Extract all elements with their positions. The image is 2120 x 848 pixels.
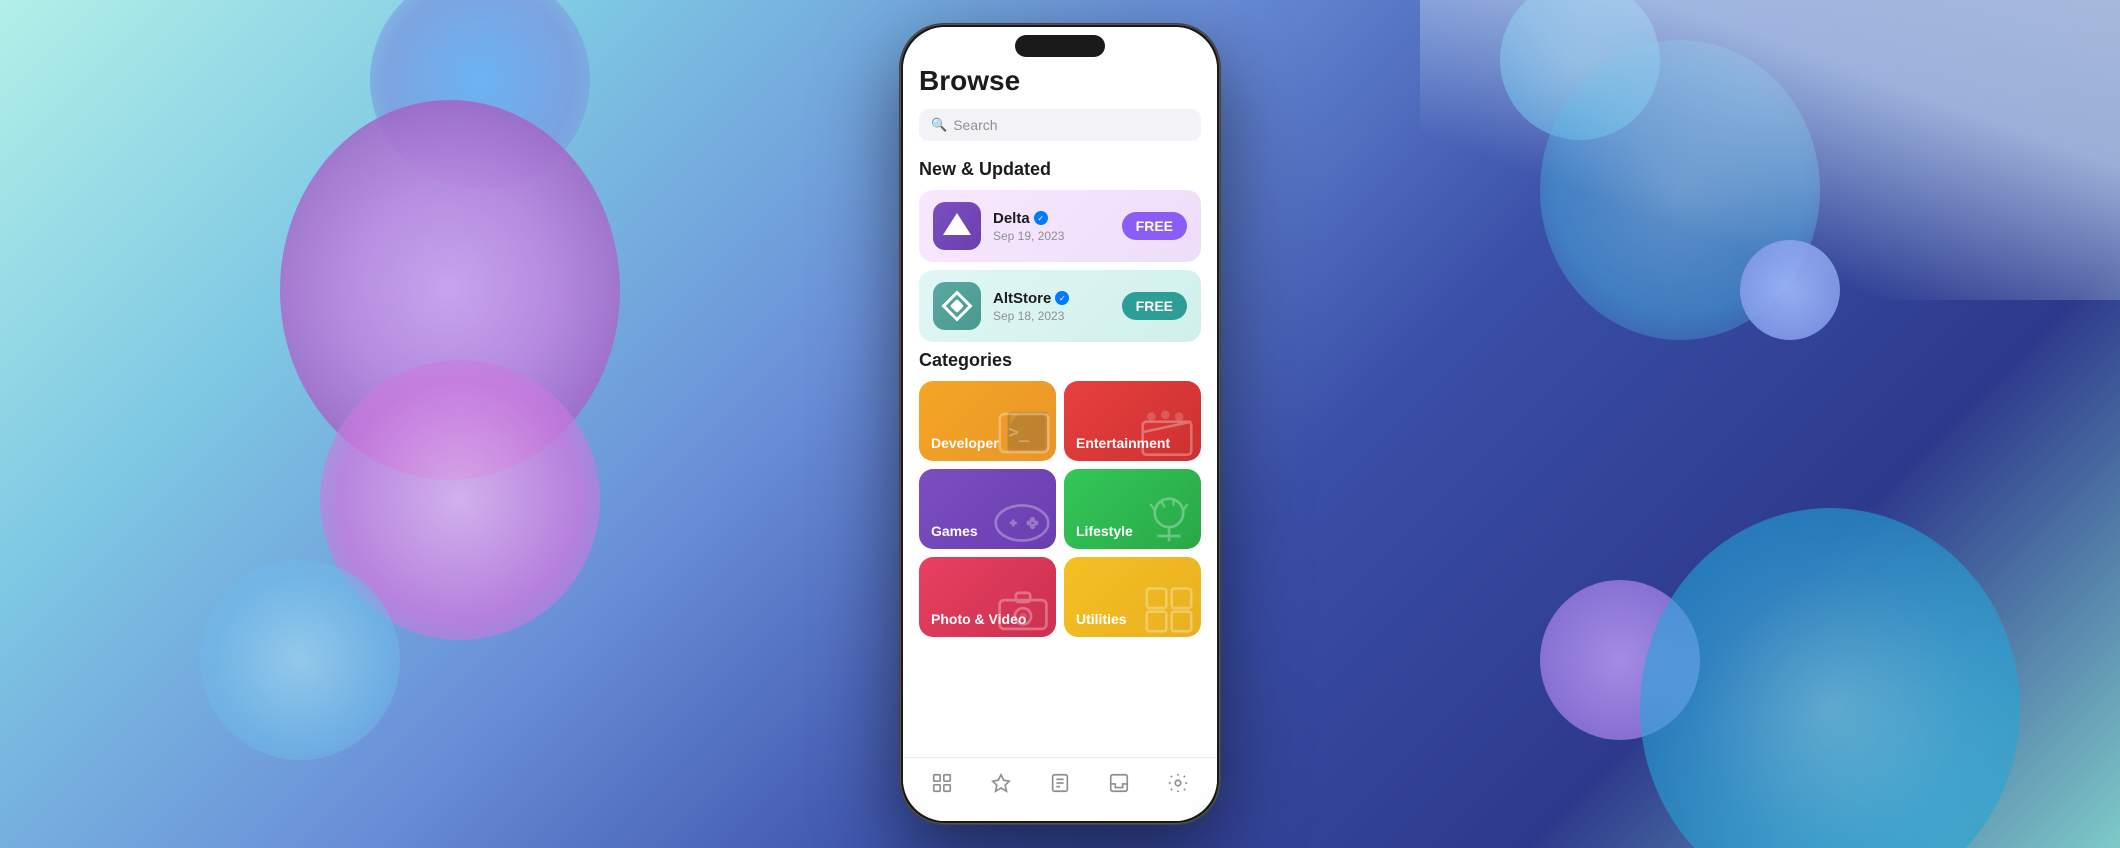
svg-text:>_: >_ bbox=[1008, 423, 1029, 443]
nav-item-browse[interactable] bbox=[923, 768, 961, 804]
category-lifestyle[interactable]: Lifestyle bbox=[1064, 469, 1201, 549]
bg-blob-9 bbox=[1640, 508, 2020, 848]
myapps-nav-icon bbox=[1049, 772, 1071, 800]
phone-wrapper: Browse 🔍 Search New & Updated bbox=[900, 24, 1220, 824]
dynamic-island bbox=[1015, 35, 1105, 57]
delta-app-icon bbox=[933, 202, 981, 250]
altstore-diamond-icon bbox=[941, 290, 972, 321]
category-entertainment-label: Entertainment bbox=[1076, 435, 1170, 451]
altstore-app-icon bbox=[933, 282, 981, 330]
delta-app-name: Delta bbox=[993, 210, 1030, 227]
nav-item-myapps[interactable] bbox=[1041, 768, 1079, 804]
category-lifestyle-label: Lifestyle bbox=[1076, 523, 1133, 539]
delta-app-info: Delta ✓ Sep 19, 2023 bbox=[993, 210, 1110, 243]
lifestyle-icon bbox=[1145, 495, 1193, 545]
search-icon: 🔍 bbox=[931, 117, 947, 133]
delta-app-date: Sep 19, 2023 bbox=[993, 229, 1110, 243]
altstore-free-button[interactable]: FREE bbox=[1122, 292, 1187, 320]
search-bar[interactable]: 🔍 Search bbox=[919, 109, 1201, 141]
category-developer[interactable]: Developer ⬛ >_ bbox=[919, 381, 1056, 461]
altstore-app-date: Sep 18, 2023 bbox=[993, 309, 1110, 323]
category-games-label: Games bbox=[931, 523, 978, 539]
screen-content: Browse 🔍 Search New & Updated bbox=[903, 41, 1217, 821]
bg-blob-4 bbox=[200, 560, 400, 760]
nav-item-featured[interactable] bbox=[982, 768, 1020, 804]
delta-triangle-icon bbox=[943, 213, 971, 235]
games-icon bbox=[994, 501, 1050, 545]
browse-nav-icon bbox=[931, 772, 953, 800]
categories-grid: Developer ⬛ >_ Entertainment bbox=[919, 381, 1201, 637]
phone-screen: Browse 🔍 Search New & Updated bbox=[903, 27, 1217, 821]
utility-icon bbox=[1143, 585, 1195, 633]
bg-light-right bbox=[1420, 0, 2120, 300]
altstore-name-row: AltStore ✓ bbox=[993, 290, 1110, 307]
altstore-verified-badge: ✓ bbox=[1055, 291, 1069, 305]
nav-item-settings[interactable] bbox=[1159, 768, 1197, 804]
app-card-altstore[interactable]: AltStore ✓ Sep 18, 2023 FREE bbox=[919, 270, 1201, 342]
delta-verified-badge: ✓ bbox=[1034, 211, 1048, 225]
altstore-app-name: AltStore bbox=[993, 290, 1051, 307]
page-title: Browse bbox=[919, 65, 1201, 97]
altstore-inner-icon bbox=[950, 299, 964, 313]
phone-frame: Browse 🔍 Search New & Updated bbox=[900, 24, 1220, 824]
new-updated-header: New & Updated bbox=[919, 159, 1201, 180]
categories-header: Categories bbox=[919, 350, 1201, 371]
scroll-area: Browse 🔍 Search New & Updated bbox=[903, 41, 1217, 821]
inbox-nav-icon bbox=[1108, 772, 1130, 800]
category-photo-label: Photo & Video bbox=[931, 611, 1026, 627]
delta-name-row: Delta ✓ bbox=[993, 210, 1110, 227]
category-utility-label: Utilities bbox=[1076, 611, 1127, 627]
category-entertainment[interactable]: Entertainment bbox=[1064, 381, 1201, 461]
search-placeholder: Search bbox=[953, 117, 997, 133]
category-developer-label: Developer bbox=[931, 435, 999, 451]
delta-free-button[interactable]: FREE bbox=[1122, 212, 1187, 240]
bottom-nav bbox=[903, 757, 1217, 821]
nav-item-inbox[interactable] bbox=[1100, 768, 1138, 804]
altstore-app-info: AltStore ✓ Sep 18, 2023 bbox=[993, 290, 1110, 323]
app-card-delta[interactable]: Delta ✓ Sep 19, 2023 FREE bbox=[919, 190, 1201, 262]
featured-nav-icon bbox=[990, 772, 1012, 800]
category-utility[interactable]: Utilities bbox=[1064, 557, 1201, 637]
category-games[interactable]: Games bbox=[919, 469, 1056, 549]
category-photo[interactable]: Photo & Video bbox=[919, 557, 1056, 637]
terminal-icon: >_ bbox=[998, 411, 1050, 455]
settings-nav-icon bbox=[1167, 772, 1189, 800]
